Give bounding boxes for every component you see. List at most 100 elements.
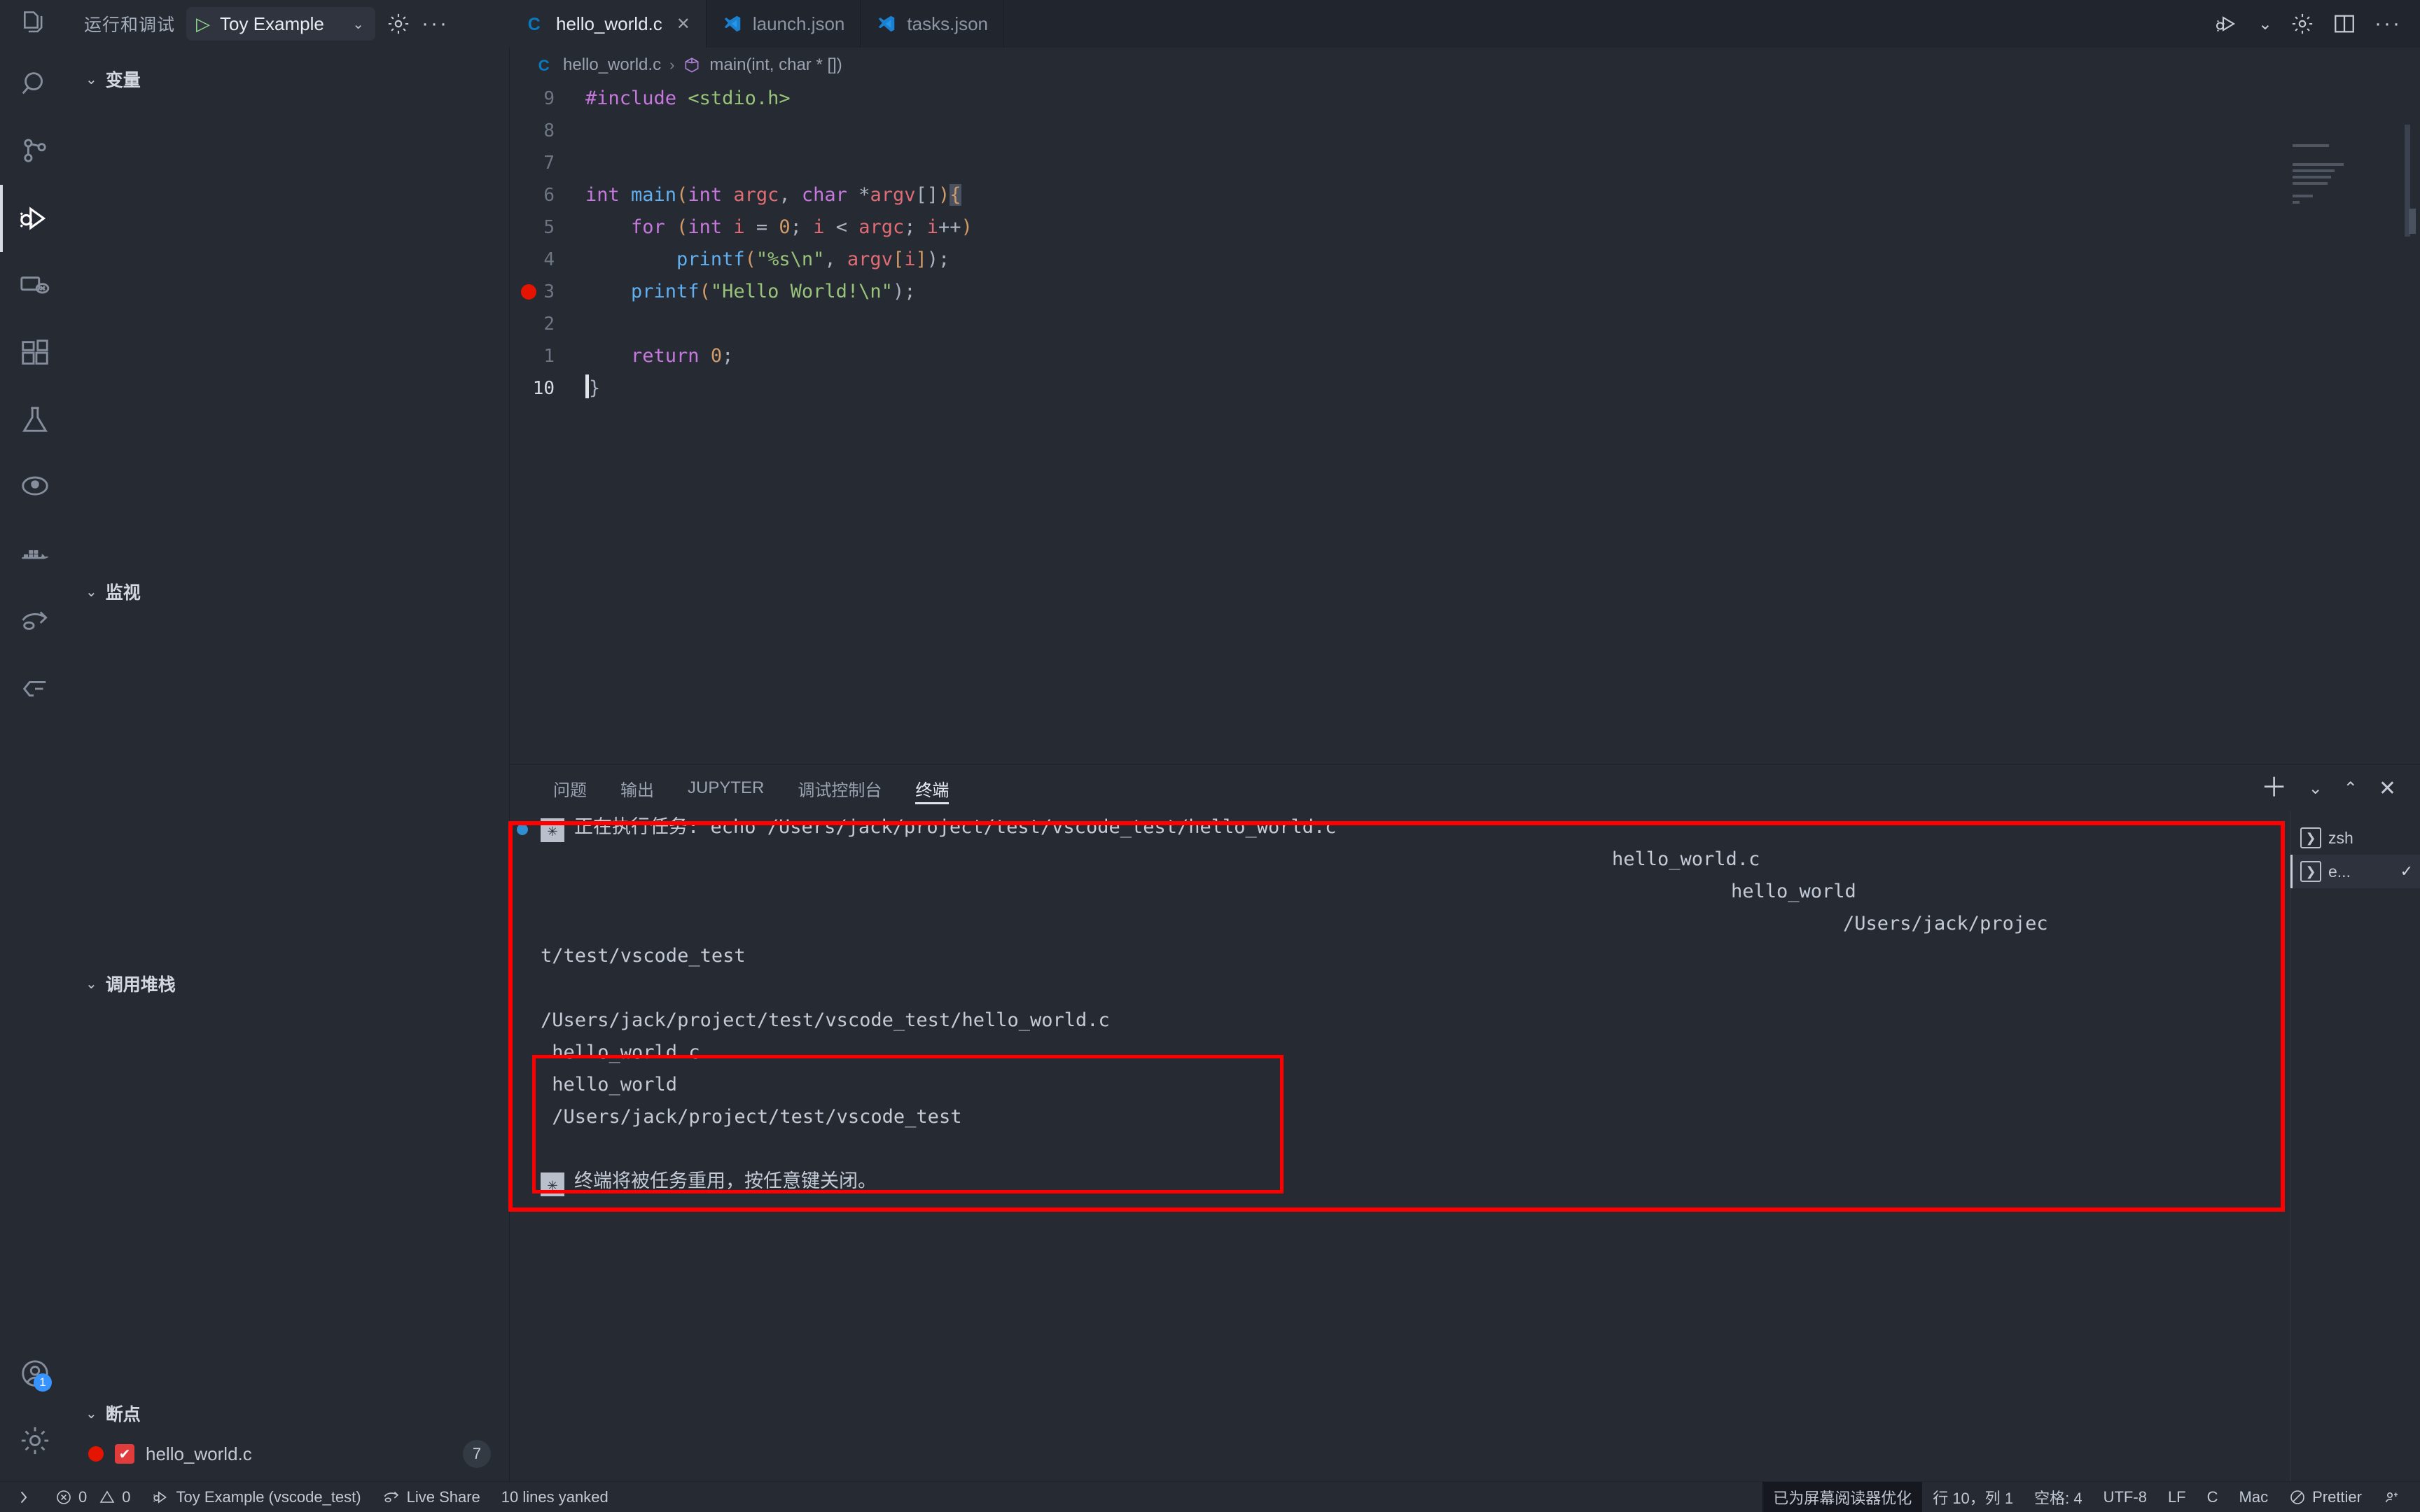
sidebar-section-variables[interactable]: ⌄ 变量 <box>70 57 509 101</box>
breakpoint-dot-icon[interactable] <box>521 284 536 300</box>
sidebar-section-label: 调用堆栈 <box>105 975 176 995</box>
breadcrumb-file[interactable]: hello_world.c <box>563 55 661 75</box>
debug-icon[interactable] <box>2215 11 2240 36</box>
tab-debug-console[interactable]: 调试控制台 <box>781 765 898 811</box>
chevron-down-icon[interactable]: ⌄ <box>2258 14 2272 34</box>
terminal-tab-label: e... <box>2328 862 2351 881</box>
split-editor-icon[interactable] <box>2332 12 2356 36</box>
code-line[interactable]: 5 for (int i = 0; i < argc; i++) <box>510 211 2420 244</box>
code-line[interactable]: 2 <box>510 308 2420 340</box>
panel-tab-label: 输出 <box>620 780 654 800</box>
code-line[interactable]: 9 #include <stdio.h> <box>510 83 2420 115</box>
sidebar-section-watch[interactable]: ⌄ 监视 <box>70 570 509 613</box>
terminal-output-text: /Users/jack/project/test/vscode_test/hel… <box>541 1009 1110 1031</box>
status-problems[interactable]: 0 0 <box>45 1482 141 1512</box>
editor-tab-tasks-json[interactable]: tasks.json <box>861 0 1005 48</box>
chevron-down-icon: ⌄ <box>85 71 97 88</box>
sidebar-item-docker[interactable] <box>0 521 70 588</box>
status-remote-indicator[interactable] <box>6 1482 45 1512</box>
sidebar-item-codestream[interactable] <box>0 655 70 722</box>
terminal-wrapped-text: hello_world.c <box>1612 848 1760 870</box>
line-number: 9 <box>543 88 555 109</box>
status-prettier[interactable]: Prettier <box>2279 1482 2372 1512</box>
breakpoint-list-item[interactable]: ✔ hello_world.c 7 <box>70 1435 509 1473</box>
code-editor[interactable]: 9 #include <stdio.h> 8 7 6 int main(int argc,… <box>510 83 2420 764</box>
svg-text:C: C <box>528 15 541 34</box>
bell-icon <box>2385 1492 2398 1502</box>
code-line[interactable]: 10} <box>510 372 2420 405</box>
status-indentation[interactable]: 空格: 4 <box>2024 1482 2092 1512</box>
sidebar-section-label: 监视 <box>105 583 141 603</box>
minimap[interactable] <box>2287 83 2420 764</box>
sidebar-item-remote-explorer[interactable] <box>0 252 70 319</box>
code-line[interactable]: 1 return 0; <box>510 340 2420 372</box>
gear-icon[interactable] <box>2290 12 2314 36</box>
terminal-tab-zsh[interactable]: ❯ zsh <box>2290 821 2420 855</box>
sidebar-item-search[interactable] <box>0 50 70 118</box>
status-eol-label: LF <box>2167 1488 2186 1506</box>
panel-tab-label: 调试控制台 <box>798 780 882 800</box>
plus-icon[interactable]: ＋ <box>2261 775 2288 802</box>
manage-gear-icon[interactable] <box>0 1407 70 1474</box>
terminal-line: /Users/jack/project/test/vscode_test/hel… <box>510 1004 2290 1037</box>
task-marker-icon: ✳ <box>541 1172 564 1196</box>
breadcrumb-symbol[interactable]: main(int, char * []) <box>709 55 842 75</box>
status-eol[interactable]: LF <box>2157 1482 2197 1512</box>
sidebar-item-source-control[interactable] <box>0 118 70 185</box>
code-line[interactable]: 3 printf("Hello World!\n"); <box>510 276 2420 308</box>
editor-scrollbar-thumb[interactable] <box>2409 209 2416 234</box>
chevron-down-icon[interactable]: ⌄ <box>352 15 364 33</box>
code-line[interactable]: 7 <box>510 147 2420 179</box>
account-icon[interactable]: 1 <box>0 1340 70 1407</box>
line-number: 6 <box>543 185 555 206</box>
editor-tab-launch-json[interactable]: launch.json <box>706 0 861 48</box>
sidebar-item-testing[interactable] <box>0 386 70 454</box>
breakpoint-checkbox[interactable]: ✔ <box>115 1444 134 1464</box>
gear-icon[interactable] <box>387 12 410 36</box>
tab-jupyter[interactable]: JUPYTER <box>671 765 781 811</box>
status-debug-config[interactable]: Toy Example (vscode_test) <box>141 1482 372 1512</box>
sidebar-item-extensions[interactable] <box>0 319 70 386</box>
terminal-output[interactable]: ✳ 正在执行任务: echo /Users/jack/project/test/v… <box>510 811 2290 1481</box>
status-live-share[interactable]: Live Share <box>372 1482 491 1512</box>
chevron-up-icon[interactable]: ⌃ <box>2344 778 2358 799</box>
play-icon[interactable]: ▷ <box>196 15 210 33</box>
status-platform[interactable]: Mac <box>2229 1482 2279 1512</box>
status-cursor-position[interactable]: 行 10，列 1 <box>1922 1482 2024 1512</box>
status-platform-label: Mac <box>2239 1488 2269 1506</box>
more-icon[interactable]: ··· <box>422 12 449 36</box>
status-live-share-label: Live Share <box>406 1488 480 1506</box>
error-count: 0 <box>78 1488 88 1506</box>
debug-sidebar-title: 运行和调试 <box>84 15 176 35</box>
tab-terminal[interactable]: 终端 <box>898 765 966 811</box>
activity-bar: 1 <box>0 48 70 1481</box>
terminal-line: ✳ 终端将被任务重用，按任意键关闭。 <box>510 1166 2290 1198</box>
code-line[interactable]: 4 printf("%s\n", argv[i]); <box>510 244 2420 276</box>
status-feedback[interactable] <box>2372 1482 2410 1512</box>
warning-count: 0 <box>122 1488 131 1506</box>
code-line[interactable]: 8 <box>510 115 2420 147</box>
tab-output[interactable]: 输出 <box>604 765 671 811</box>
sidebar-section-call-stack[interactable]: ⌄ 调用堆栈 <box>70 962 509 1005</box>
terminal-view[interactable]: ✳ 正在执行任务: echo /Users/jack/project/test/v… <box>508 811 2290 1481</box>
sidebar-item-run-and-debug[interactable] <box>0 185 70 252</box>
editor-tab-hello-world-c[interactable]: C hello_world.c ✕ <box>510 0 707 48</box>
status-screen-reader[interactable]: 已为屏幕阅读器优化 <box>1762 1481 1923 1512</box>
status-language-mode[interactable]: C <box>2197 1482 2229 1512</box>
more-icon[interactable]: ··· <box>2374 12 2402 36</box>
files-icon[interactable] <box>20 8 50 39</box>
tab-problems[interactable]: 问题 <box>536 765 604 811</box>
status-encoding[interactable]: UTF-8 <box>2093 1482 2157 1512</box>
close-icon[interactable]: ✕ <box>2379 776 2396 801</box>
sidebar-item-github[interactable] <box>0 454 70 521</box>
code-line-text: } <box>567 372 600 405</box>
sidebar-item-live-share[interactable] <box>0 588 70 655</box>
warning-icon <box>99 1490 115 1503</box>
debug-configuration-selector[interactable]: ▷ Toy Example ⌄ <box>186 7 376 41</box>
terminal-tab-task[interactable]: ❯ e... ✓ <box>2290 855 2420 888</box>
line-number: 7 <box>543 153 555 174</box>
close-icon[interactable]: ✕ <box>676 14 690 34</box>
sidebar-section-breakpoints[interactable]: ⌄ 断点 <box>70 1392 509 1435</box>
chevron-down-icon[interactable]: ⌄ <box>2309 778 2323 799</box>
code-line[interactable]: 6 int main(int argc, char *argv[]){ <box>510 179 2420 211</box>
